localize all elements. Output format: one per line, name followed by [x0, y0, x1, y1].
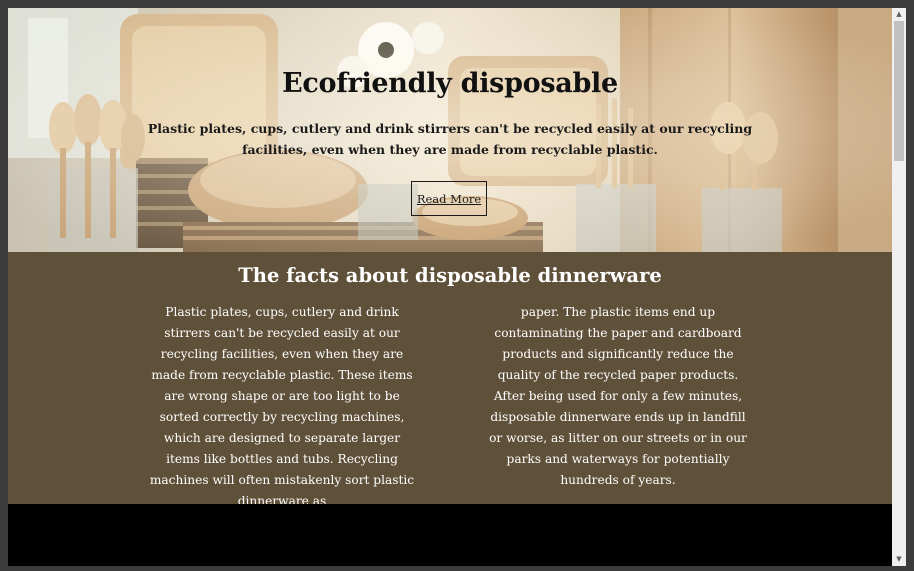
scroll-down-arrow-icon[interactable]: ▼: [892, 553, 906, 566]
page-viewport: Ecofriendly disposable Plastic plates, c…: [8, 8, 892, 566]
footer-dark-section: [8, 504, 892, 566]
facts-column-right: paper. The plastic items end up contamin…: [489, 305, 747, 487]
vertical-scrollbar[interactable]: ▲ ▼: [892, 8, 906, 566]
hero-title: Ecofriendly disposable: [282, 68, 618, 99]
facts-section: The facts about disposable dinnerware Pl…: [8, 252, 892, 508]
hero-description: Plastic plates, cups, cutlery and drink …: [147, 121, 753, 157]
read-more-button[interactable]: Read More: [411, 181, 487, 216]
hero-content: Ecofriendly disposable Plastic plates, c…: [8, 8, 892, 252]
facts-column-left: Plastic plates, cups, cutlery and drink …: [149, 305, 415, 508]
hero-banner: Ecofriendly disposable Plastic plates, c…: [8, 8, 892, 252]
facts-title: The facts about disposable dinnerware: [238, 264, 662, 287]
scrollbar-thumb[interactable]: [894, 21, 904, 161]
browser-window: Ecofriendly disposable Plastic plates, c…: [0, 0, 914, 571]
scroll-up-arrow-icon[interactable]: ▲: [892, 8, 906, 21]
